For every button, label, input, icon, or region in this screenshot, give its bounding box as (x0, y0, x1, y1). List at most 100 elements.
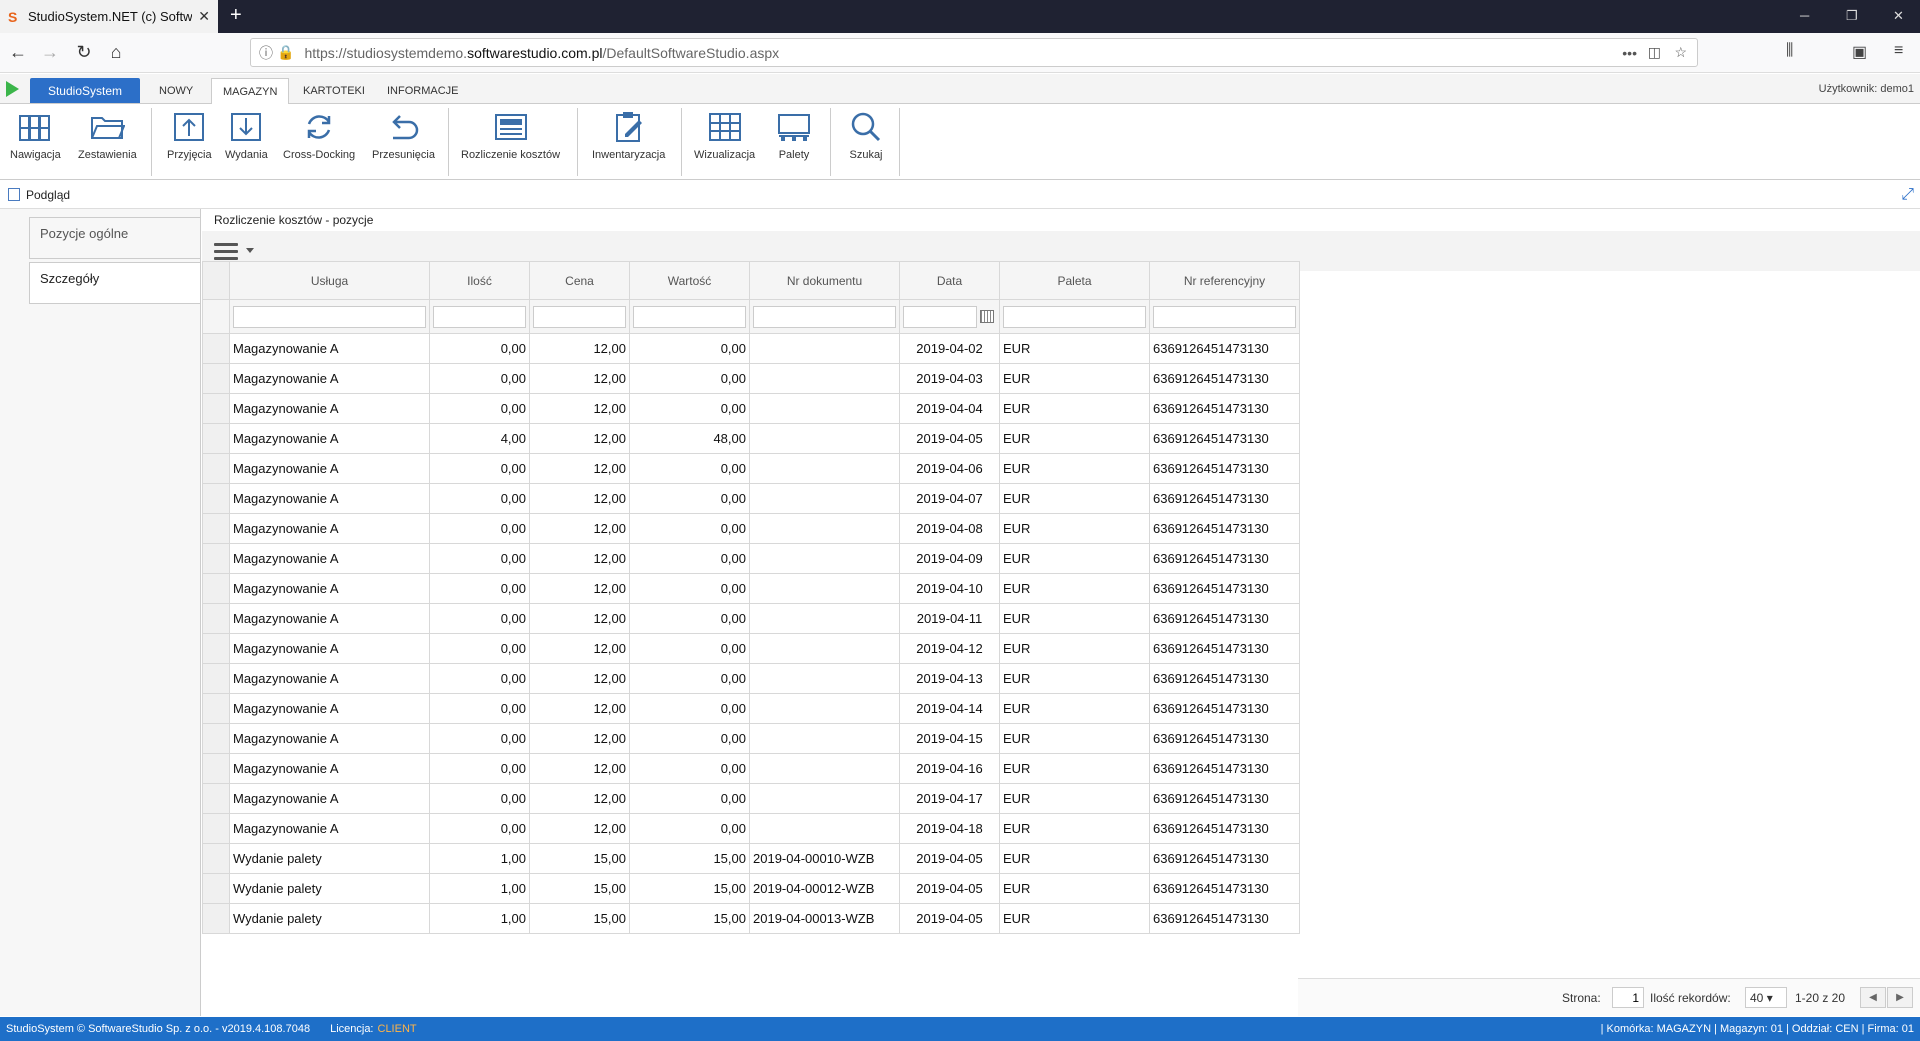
filter-usluga-input[interactable] (233, 305, 426, 328)
app-menu-button[interactable]: StudioSystem (30, 78, 140, 103)
table-row[interactable]: Magazynowanie A 4,00 12,00 48,00 2019-04-05 E… (202, 423, 1300, 454)
row-selector[interactable] (202, 813, 230, 844)
close-tab-icon[interactable]: ✕ (198, 8, 210, 25)
cross-docking-button[interactable]: Cross-Docking (283, 110, 355, 174)
wydania-button[interactable]: Wydania (225, 110, 268, 174)
filter-wartosc-input[interactable] (633, 305, 746, 328)
filter-nr-dokumentu-input[interactable] (753, 305, 896, 328)
back-icon[interactable]: ← (6, 42, 30, 63)
page-actions-icon[interactable]: ••• (1622, 45, 1637, 61)
column-header-usluga[interactable]: Usługa (229, 261, 430, 300)
row-selector[interactable] (202, 573, 230, 604)
restore-icon[interactable]: ❐ (1846, 8, 1858, 24)
table-row[interactable]: Magazynowanie A 0,00 12,00 0,00 2019-04-11 EU… (202, 603, 1300, 634)
new-tab-icon[interactable]: + (230, 4, 242, 27)
row-selector[interactable] (202, 903, 230, 934)
minimize-icon[interactable]: ─ (1800, 8, 1809, 23)
column-header-nr-dokumentu[interactable]: Nr dokumentu (749, 261, 900, 300)
table-row[interactable]: Magazynowanie A 0,00 12,00 0,00 2019-04-06 EU… (202, 453, 1300, 484)
nawigacja-button[interactable]: Nawigacja (10, 110, 61, 174)
row-selector[interactable] (202, 453, 230, 484)
bookmark-star-icon[interactable]: ☆ (1674, 44, 1687, 61)
row-selector[interactable] (202, 633, 230, 664)
forward-icon[interactable]: → (38, 42, 62, 63)
table-row[interactable]: Magazynowanie A 0,00 12,00 0,00 2019-04-02 EU… (202, 333, 1300, 364)
row-selector[interactable] (202, 333, 230, 364)
rozliczenie-kosztow-button[interactable]: Rozliczenie kosztów (461, 110, 560, 174)
row-selector[interactable] (202, 783, 230, 814)
table-row[interactable]: Magazynowanie A 0,00 12,00 0,00 2019-04-18 EU… (202, 813, 1300, 844)
row-selector[interactable] (202, 483, 230, 514)
menu-tab-kartoteki[interactable]: KARTOTEKI (292, 78, 376, 104)
info-icon[interactable]: ⓘ (259, 43, 273, 63)
table-row[interactable]: Magazynowanie A 0,00 12,00 0,00 2019-04-04 EU… (202, 393, 1300, 424)
table-row[interactable]: Magazynowanie A 0,00 12,00 0,00 2019-04-13 EU… (202, 663, 1300, 694)
filter-paleta-input[interactable] (1003, 305, 1146, 328)
pocket-icon[interactable]: ◫ (1648, 44, 1661, 61)
szczegoly-item[interactable]: Szczegóły (29, 262, 201, 304)
prev-page-icon[interactable]: ◀ (1860, 987, 1886, 1008)
menu-tab-nowy[interactable]: NOWY (148, 78, 204, 104)
table-row[interactable]: Magazynowanie A 0,00 12,00 0,00 2019-04-16 EU… (202, 753, 1300, 784)
column-header-paleta[interactable]: Paleta (999, 261, 1150, 300)
chevron-down-icon[interactable] (246, 248, 254, 253)
page-input[interactable] (1612, 987, 1644, 1008)
table-row[interactable]: Magazynowanie A 0,00 12,00 0,00 2019-04-14 EU… (202, 693, 1300, 724)
row-selector[interactable] (202, 723, 230, 754)
maximize-icon[interactable]: ⤢ (1901, 186, 1914, 204)
row-selector[interactable] (202, 753, 230, 784)
row-selector[interactable] (202, 663, 230, 694)
row-selector[interactable] (202, 423, 230, 454)
przesuniecia-button[interactable]: Przesunięcia (372, 110, 435, 174)
table-row[interactable]: Magazynowanie A 0,00 12,00 0,00 2019-04-10 EU… (202, 573, 1300, 604)
table-row[interactable]: Wydanie palety 1,00 15,00 15,00 2019-04-0001… (202, 903, 1300, 934)
table-row[interactable]: Wydanie palety 1,00 15,00 15,00 2019-04-0001… (202, 873, 1300, 904)
row-selector[interactable] (202, 693, 230, 724)
table-row[interactable]: Wydanie palety 1,00 15,00 15,00 2019-04-0001… (202, 843, 1300, 874)
row-selector[interactable] (202, 393, 230, 424)
table-row[interactable]: Magazynowanie A 0,00 12,00 0,00 2019-04-12 EU… (202, 633, 1300, 664)
filter-cena-input[interactable] (533, 305, 626, 328)
menu-tab-informacje[interactable]: INFORMACJE (376, 78, 470, 104)
address-bar[interactable]: ⓘ 🔒 https://studiosystemdemo. softwarestu… (250, 38, 1698, 67)
column-header-wartosc[interactable]: Wartość (629, 261, 750, 300)
row-selector[interactable] (202, 873, 230, 904)
home-icon[interactable]: ⌂ (104, 42, 128, 63)
column-header-ilosc[interactable]: Ilość (429, 261, 530, 300)
row-selector[interactable] (202, 543, 230, 574)
row-selector[interactable] (202, 363, 230, 394)
sidebar-icon[interactable]: ▣ (1852, 42, 1867, 62)
menu-icon[interactable]: ≡ (1894, 42, 1903, 60)
filter-ilosc-input[interactable] (433, 305, 526, 328)
table-row[interactable]: Magazynowanie A 0,00 12,00 0,00 2019-04-15 EU… (202, 723, 1300, 754)
zestawienia-button[interactable]: Zestawienia (78, 110, 137, 174)
calendar-icon[interactable] (980, 309, 994, 323)
play-icon[interactable] (6, 81, 19, 97)
szukaj-button[interactable]: Szukaj (848, 110, 884, 174)
table-row[interactable]: Magazynowanie A 0,00 12,00 0,00 2019-04-03 EU… (202, 363, 1300, 394)
wizualizacja-button[interactable]: Wizualizacja (694, 110, 755, 174)
table-row[interactable]: Magazynowanie A 0,00 12,00 0,00 2019-04-07 EU… (202, 483, 1300, 514)
menu-tab-magazyn[interactable]: MAGAZYN (211, 78, 290, 105)
window-close-icon[interactable]: ✕ (1893, 8, 1904, 24)
column-header-data[interactable]: Data (899, 261, 1000, 300)
row-selector[interactable] (202, 843, 230, 874)
next-page-icon[interactable]: ▶ (1887, 987, 1913, 1008)
row-selector[interactable] (202, 603, 230, 634)
library-icon[interactable]: ⫼ (1786, 42, 1793, 60)
table-row[interactable]: Magazynowanie A 0,00 12,00 0,00 2019-04-09 EU… (202, 543, 1300, 574)
browser-tab[interactable]: S StudioSystem.NET (c) Software ✕ (0, 0, 218, 33)
column-header-nr-referencyjny[interactable]: Nr referencyjny (1149, 261, 1300, 300)
table-row[interactable]: Magazynowanie A 0,00 12,00 0,00 2019-04-17 EU… (202, 783, 1300, 814)
inwentaryzacja-button[interactable]: Inwentaryzacja (592, 110, 665, 174)
reload-icon[interactable]: ↻ (72, 42, 96, 63)
filter-nr-referencyjny-input[interactable] (1153, 305, 1296, 328)
pozycje-ogolne-item[interactable]: Pozycje ogólne (29, 217, 201, 259)
table-row[interactable]: Magazynowanie A 0,00 12,00 0,00 2019-04-08 EU… (202, 513, 1300, 544)
records-per-page-select[interactable]: 40 ▾ (1745, 987, 1787, 1008)
przyjecia-button[interactable]: Przyjęcia (167, 110, 212, 174)
row-selector[interactable] (202, 513, 230, 544)
column-header-cena[interactable]: Cena (529, 261, 630, 300)
palety-button[interactable]: Palety (776, 110, 812, 174)
filter-data-input[interactable] (903, 305, 978, 328)
